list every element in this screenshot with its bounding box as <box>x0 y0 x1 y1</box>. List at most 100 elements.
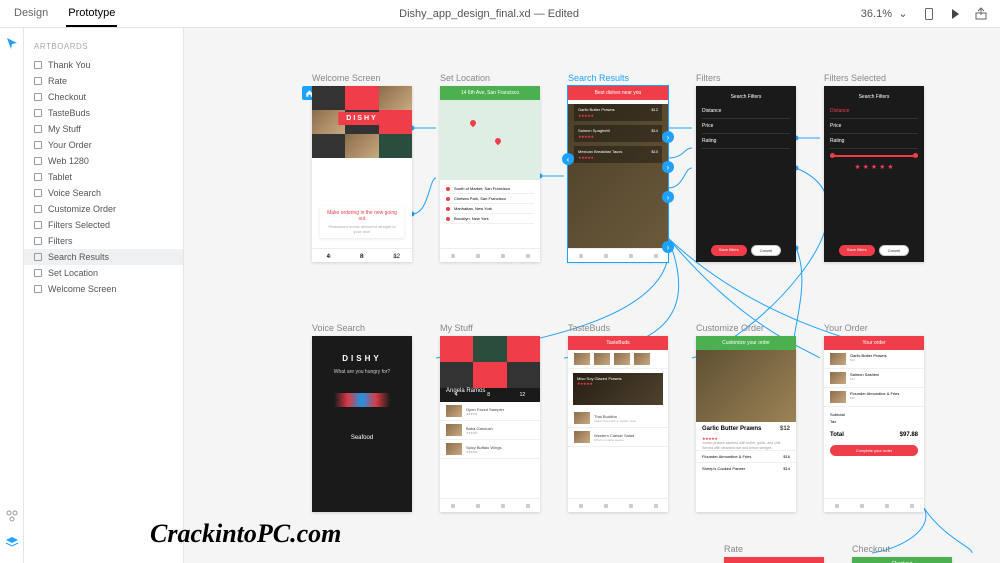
artboard-set-location[interactable]: Set Location 14 6th Ave, San Francisco S… <box>440 73 540 262</box>
wire-handle[interactable]: › <box>662 241 674 253</box>
artboard-welcome-screen[interactable]: Welcome Screen DISHY Make ordering in th… <box>312 73 412 262</box>
artboard-icon <box>34 125 42 133</box>
sidebar-item-label: TasteBuds <box>48 108 90 118</box>
sidebar-item[interactable]: Web 1280 <box>24 153 183 169</box>
artboard-icon <box>34 61 42 69</box>
wire-handle[interactable]: › <box>662 161 674 173</box>
chevron-down-icon: ⌄ <box>896 7 910 21</box>
mode-tabs: Design Prototype <box>12 1 117 27</box>
artboard-label: Voice Search <box>312 323 412 333</box>
artboard-icon <box>34 237 42 245</box>
sidebar-item-label: Voice Search <box>48 188 101 198</box>
sidebar-item[interactable]: Thank You <box>24 57 183 73</box>
artboard-your-order[interactable]: Your Order Your order Garlic Butter Praw… <box>824 323 924 512</box>
sidebar-item[interactable]: Filters <box>24 233 183 249</box>
tool-rail <box>0 28 24 563</box>
sidebar-item-label: Filters <box>48 236 73 246</box>
wire-handle[interactable]: › <box>662 131 674 143</box>
sidebar-item-label: Welcome Screen <box>48 284 116 294</box>
artboard-icon <box>34 141 42 149</box>
wire-handle-left[interactable]: ‹ <box>562 153 574 165</box>
tab-design[interactable]: Design <box>12 1 50 27</box>
complete-order-button: Complete your order <box>830 445 918 456</box>
pointer-tool-icon[interactable] <box>5 36 19 50</box>
artboard-label: Filters Selected <box>824 73 924 83</box>
zoom-value: 36.1% <box>861 8 892 20</box>
sidebar-item-label: Customize Order <box>48 204 116 214</box>
sidebar-item-label: Rate <box>48 76 67 86</box>
sidebar-item[interactable]: Voice Search <box>24 185 183 201</box>
artboard-icon <box>34 173 42 181</box>
map-view <box>440 100 540 180</box>
assets-icon[interactable] <box>5 509 19 523</box>
artboard-voice-search[interactable]: Voice Search DISHY What are you hungry f… <box>312 323 412 512</box>
artboard-icon <box>34 189 42 197</box>
canvas[interactable]: Welcome Screen DISHY Make ordering in th… <box>184 28 1000 563</box>
sidebar-item[interactable]: Set Location <box>24 265 183 281</box>
document-title: Dishy_app_design_final.xd — Edited <box>117 8 860 20</box>
artboard-icon <box>34 93 42 101</box>
artboard-icon <box>34 109 42 117</box>
wire-handle[interactable]: › <box>662 191 674 203</box>
play-icon[interactable] <box>948 7 962 21</box>
artboard-label: Filters <box>696 73 796 83</box>
artboard-label: TasteBuds <box>568 323 668 333</box>
layers-icon[interactable] <box>5 535 19 549</box>
welcome-sub: Restaurant meals delivered straight to y… <box>324 224 400 234</box>
sidebar-item-label: Search Results <box>48 252 109 262</box>
artboard-search-results[interactable]: Search Results Best dishes near you Garl… <box>568 73 668 262</box>
sidebar-item-label: Your Order <box>48 140 92 150</box>
waveform-icon <box>327 393 397 407</box>
artboard-checkout[interactable]: Checkout Checkout <box>852 544 952 563</box>
sidebar-item-label: Tablet <box>48 172 72 182</box>
device-preview-icon[interactable] <box>922 7 936 21</box>
artboard-rate[interactable]: Rate <box>724 544 824 563</box>
artboard-icon <box>34 269 42 277</box>
artboard-label: Customize Order <box>696 323 796 333</box>
filename: Dishy_app_design_final.xd <box>399 8 530 20</box>
artboard-label: Welcome Screen <box>312 73 412 83</box>
zoom-control[interactable]: 36.1% ⌄ <box>861 7 910 21</box>
artboard-label: Rate <box>724 544 824 554</box>
artboard-icon <box>34 77 42 85</box>
sidebar-item[interactable]: Checkout <box>24 89 183 105</box>
sidebar-item-label: Thank You <box>48 60 91 70</box>
search-header: Best dishes near you <box>568 86 668 100</box>
sidebar-item[interactable]: Welcome Screen <box>24 281 183 297</box>
welcome-headline: Make ordering in the new going out <box>324 210 400 222</box>
artboard-label: Your Order <box>824 323 924 333</box>
artboard-icon <box>34 205 42 213</box>
artboard-customize-order[interactable]: Customize Order Customize your order Gar… <box>696 323 796 512</box>
artboard-filters[interactable]: Filters Search Filters Distance Price Ra… <box>696 73 796 262</box>
artboard-icon <box>34 285 42 293</box>
artboard-filters-selected[interactable]: Filters Selected Search Filters Distance… <box>824 73 924 262</box>
sidebar-item[interactable]: Your Order <box>24 137 183 153</box>
sidebar-item-label: My Stuff <box>48 124 81 134</box>
artboard-label: Search Results <box>568 73 668 83</box>
location-header: 14 6th Ave, San Francisco <box>440 86 540 100</box>
artboard-label: Set Location <box>440 73 540 83</box>
topbar-actions: 36.1% ⌄ <box>861 7 988 21</box>
share-icon[interactable] <box>974 7 988 21</box>
tab-prototype[interactable]: Prototype <box>66 1 117 27</box>
artboard-icon <box>34 253 42 261</box>
sidebar-item[interactable]: Rate <box>24 73 183 89</box>
sidebar-item-label: Set Location <box>48 268 98 278</box>
artboard-icon <box>34 157 42 165</box>
topbar: Design Prototype Dishy_app_design_final.… <box>0 0 1000 28</box>
sidebar-item[interactable]: Tablet <box>24 169 183 185</box>
profile-name: Angela Ramos <box>446 388 485 394</box>
sidebar-item[interactable]: TasteBuds <box>24 105 183 121</box>
artboards-heading: ARTBOARDS <box>24 38 183 57</box>
artboard-label: My Stuff <box>440 323 540 333</box>
sidebar-item-label: Web 1280 <box>48 156 89 166</box>
edit-status: Edited <box>548 8 579 20</box>
sidebar-item-label: Checkout <box>48 92 86 102</box>
sidebar-item[interactable]: Filters Selected <box>24 217 183 233</box>
artboard-tastebuds[interactable]: TasteBuds TasteBuds Miso Soy Glazed Praw… <box>568 323 668 512</box>
sidebar-item[interactable]: Search Results <box>24 249 183 265</box>
sidebar-item[interactable]: My Stuff <box>24 121 183 137</box>
sidebar-item[interactable]: Customize Order <box>24 201 183 217</box>
brand-logo: DISHY <box>338 112 385 125</box>
artboard-my-stuff[interactable]: My Stuff Angela Ramos 4812 Open Faced Sa… <box>440 323 540 512</box>
